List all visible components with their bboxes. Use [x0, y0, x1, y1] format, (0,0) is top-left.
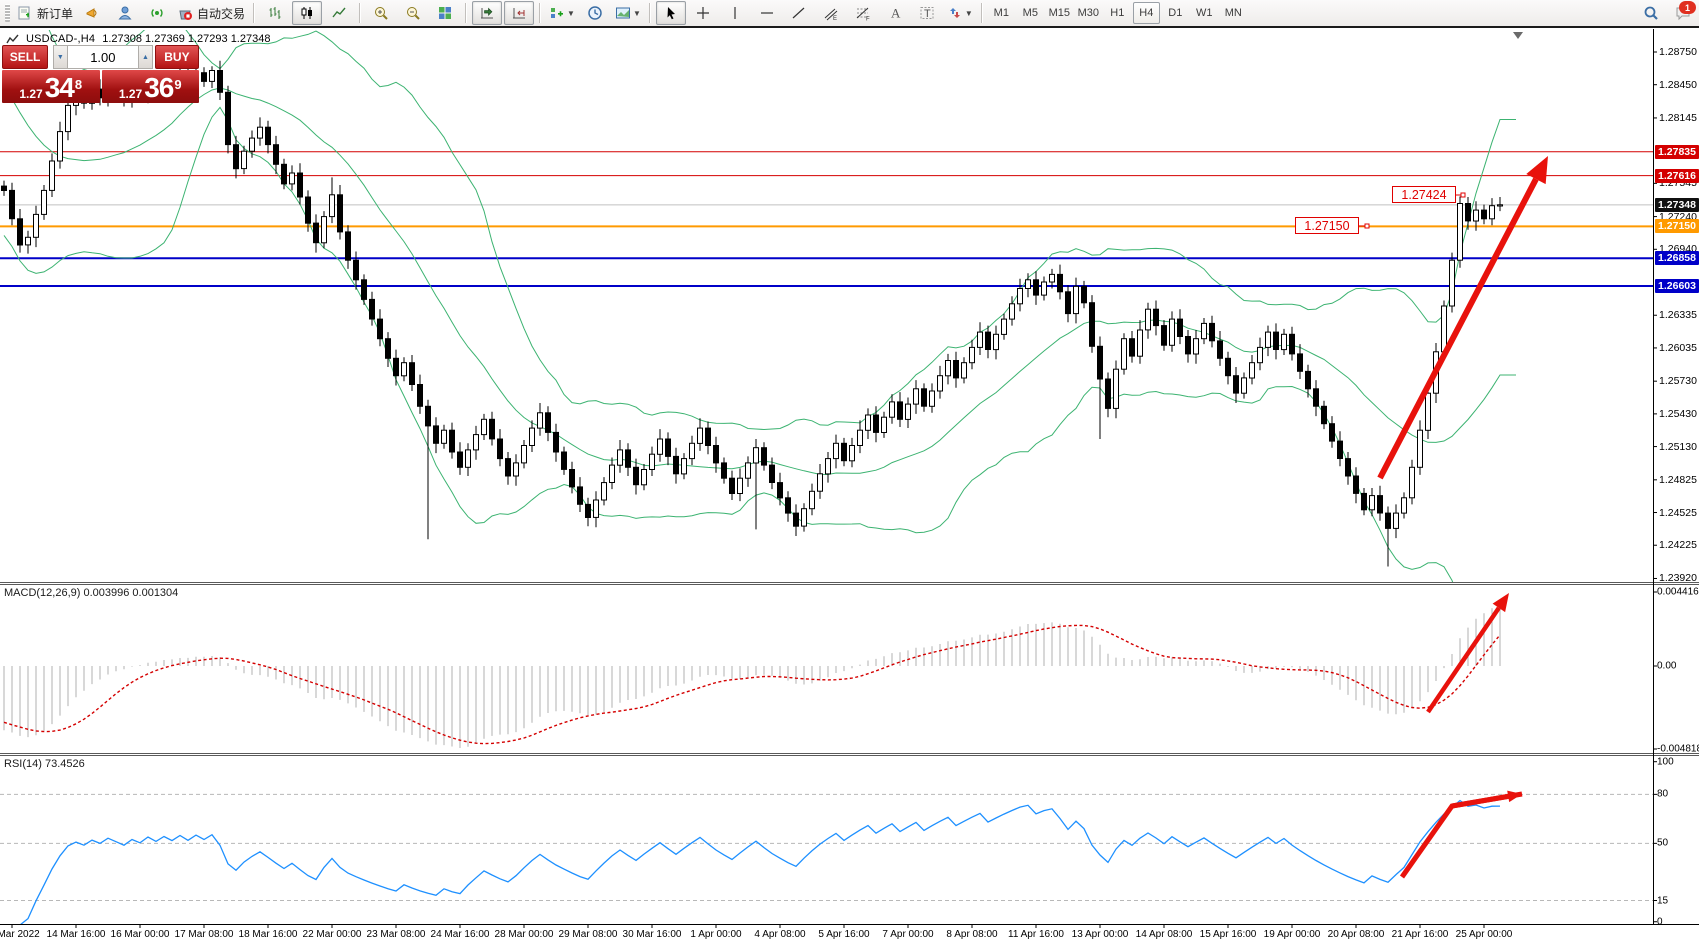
trend-arrow-main[interactable]	[1380, 156, 1548, 478]
price-tick-label: 1.28750	[1659, 46, 1697, 58]
candles-layer	[2, 61, 1503, 567]
sell-price-big: 34	[45, 75, 74, 101]
macd-tick-label: 0.004416	[1657, 587, 1699, 598]
level-price-badge: 1.27616	[1655, 169, 1699, 183]
rsi-tick-label: 80	[1657, 789, 1668, 800]
price-tick-label: 1.28450	[1659, 79, 1697, 91]
level-price-badge: 1.26603	[1655, 279, 1699, 293]
price-tick-label: 1.24825	[1659, 474, 1697, 486]
sell-price-display[interactable]: 1.27 34 8	[2, 70, 100, 103]
buy-price-display[interactable]: 1.27 36 9	[102, 70, 200, 103]
macd-signal-line	[4, 625, 1500, 743]
buy-price-big: 36	[144, 75, 173, 101]
bid-price-badge: 1.27348	[1655, 198, 1699, 212]
price-callout-label[interactable]: 1.27424	[1392, 186, 1456, 203]
symbol-icon	[6, 34, 19, 45]
price-tick-label: 1.23920	[1659, 572, 1697, 584]
price-tick-label: 1.26035	[1659, 342, 1697, 354]
bollinger-lower-line	[4, 107, 1516, 633]
horizontal-level-lines[interactable]	[0, 152, 1653, 286]
level-price-badge: 1.26858	[1655, 251, 1699, 265]
sell-button[interactable]: SELL	[2, 45, 48, 69]
rsi-indicator-label: RSI(14) 73.4526	[4, 758, 85, 770]
price-tick-label: 1.25130	[1659, 441, 1697, 453]
rsi-level-lines	[0, 794, 1653, 900]
volume-decrease-button[interactable]: ▼	[53, 45, 68, 69]
price-tick-label: 1.25430	[1659, 408, 1697, 420]
price-callout-label[interactable]: 1.27150	[1295, 217, 1359, 234]
symbol-title: USDCAD-,H4	[26, 33, 95, 45]
buy-price-pip: 9	[174, 70, 181, 100]
price-tick-label: 1.26335	[1659, 309, 1697, 321]
chart-canvas[interactable]	[0, 0, 1699, 947]
volume-increase-button[interactable]: ▲	[138, 45, 153, 69]
time-axis-label: 25 Apr 00:00	[1438, 929, 1530, 940]
macd-tick-label: -0.004818	[1657, 744, 1699, 755]
callout-connector	[1456, 193, 1465, 197]
volume-input[interactable]	[68, 45, 138, 69]
macd-indicator-label: MACD(12,26,9) 0.003996 0.001304	[4, 587, 178, 599]
rsi-tick-label: 0	[1657, 916, 1663, 927]
chart-frame	[0, 29, 1699, 928]
trend-arrow-rsi-head[interactable]	[1452, 791, 1522, 806]
macd-tick-label: 0.00	[1657, 661, 1676, 672]
macd-histogram	[4, 605, 1500, 748]
level-price-badge: 1.27150	[1655, 219, 1699, 233]
bollinger-upper-line	[4, 0, 1516, 430]
price-tick-label: 1.25730	[1659, 375, 1697, 387]
sell-price-pip: 8	[75, 70, 82, 100]
buy-price-prefix: 1.27	[119, 87, 142, 101]
trend-arrow-rsi[interactable]	[1402, 791, 1522, 877]
price-tick-label: 1.24225	[1659, 539, 1697, 551]
rsi-tick-label: 100	[1657, 756, 1674, 767]
price-tick-label: 1.24525	[1659, 507, 1697, 519]
buy-button[interactable]: BUY	[155, 45, 199, 69]
chart-shift-marker[interactable]	[1513, 32, 1523, 39]
price-tick-label: 1.28145	[1659, 112, 1697, 124]
chart-header: USDCAD-,H4 1.27308 1.27369 1.27293 1.273…	[6, 33, 270, 45]
mt4-window: 新订单自动交易▼▼EFAT▼M1M5M15M30H1H4D1W1MN1 USDC…	[0, 0, 1699, 947]
rsi-tick-label: 50	[1657, 838, 1668, 849]
ohlc-values: 1.27308 1.27369 1.27293 1.27348	[102, 33, 270, 45]
sell-price-prefix: 1.27	[19, 87, 42, 101]
trend-arrow-macd[interactable]	[1428, 593, 1509, 712]
rsi-line	[4, 801, 1500, 925]
rsi-tick-label: 15	[1657, 895, 1668, 906]
level-price-badge: 1.27835	[1655, 145, 1699, 159]
one-click-trade-panel: SELL ▼ ▲ BUY 1.27 34 8 1.27 36 9	[2, 45, 199, 103]
